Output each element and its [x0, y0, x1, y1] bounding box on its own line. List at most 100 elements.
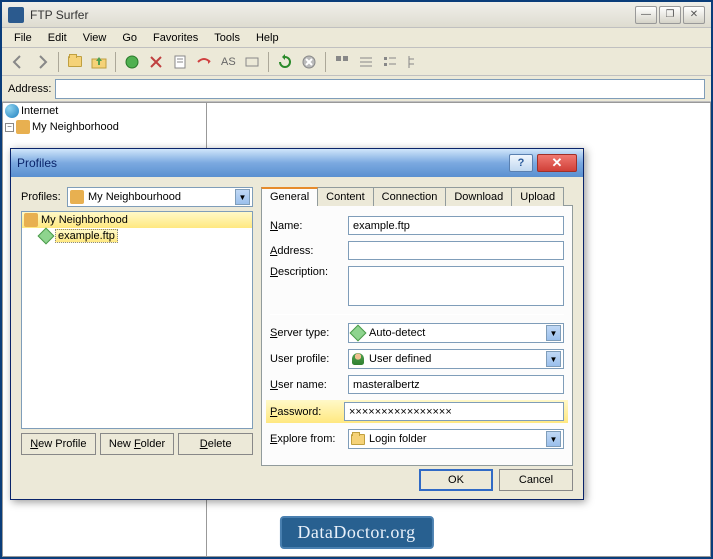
- dialog-titlebar: Profiles ? ✕: [11, 149, 583, 177]
- tab-content[interactable]: Content: [317, 187, 374, 206]
- tree-root-label: My Neighborhood: [41, 214, 128, 226]
- cube-icon: [351, 326, 365, 340]
- dialog-footer: OK Cancel: [419, 469, 573, 491]
- profile-icon: [38, 228, 55, 245]
- profiles-tree[interactable]: My Neighborhood example.ftp: [21, 211, 253, 429]
- ascii-button[interactable]: ASCII: [218, 52, 238, 72]
- view-list-button[interactable]: [356, 52, 376, 72]
- delete-button[interactable]: Delete: [178, 433, 253, 455]
- neighborhood-icon: [16, 120, 30, 134]
- neighborhood-icon: [24, 213, 38, 227]
- name-input[interactable]: [348, 216, 564, 235]
- app-icon: [8, 7, 24, 23]
- properties-button[interactable]: [170, 52, 190, 72]
- toolbar: ASCII: [2, 48, 711, 76]
- window-title: FTP Surfer: [30, 8, 635, 22]
- menu-help[interactable]: Help: [248, 30, 287, 46]
- view-details-button[interactable]: [380, 52, 400, 72]
- tree-internet-label: Internet: [21, 105, 58, 117]
- collapse-icon[interactable]: −: [5, 123, 14, 132]
- new-folder-button[interactable]: New Folder: [100, 433, 175, 455]
- title-bar: FTP Surfer — ❐ ✕: [2, 2, 711, 28]
- server-type-label: Server type:: [270, 327, 348, 339]
- menu-favorites[interactable]: Favorites: [145, 30, 206, 46]
- profiles-label: Profiles:: [21, 191, 67, 203]
- folder-button[interactable]: [65, 52, 85, 72]
- transfer-button[interactable]: [194, 52, 214, 72]
- restore-button[interactable]: ❐: [659, 6, 681, 24]
- cancel-button[interactable]: Cancel: [499, 469, 573, 491]
- stop-button[interactable]: [299, 52, 319, 72]
- tab-general[interactable]: General: [261, 187, 318, 206]
- tab-panel-general: Name: Address: Description: Server type:: [261, 205, 573, 466]
- dropdown-icon: ▼: [546, 351, 561, 367]
- dropdown-icon: ▼: [235, 189, 250, 205]
- tree-child-item[interactable]: example.ftp: [22, 228, 252, 244]
- neighborhood-icon: [70, 190, 84, 204]
- password-label: Password:: [266, 406, 344, 418]
- address-input[interactable]: [348, 241, 564, 260]
- username-input[interactable]: [348, 375, 564, 394]
- menu-view[interactable]: View: [75, 30, 115, 46]
- explore-from-label: Explore from:: [270, 433, 348, 445]
- tree-neighborhood[interactable]: − My Neighborhood: [3, 119, 206, 135]
- separator: [325, 52, 326, 72]
- name-label: Name:: [270, 220, 348, 232]
- menu-tools[interactable]: Tools: [206, 30, 248, 46]
- disconnect-button[interactable]: [146, 52, 166, 72]
- explore-from-value: Login folder: [369, 433, 427, 445]
- tree-internet[interactable]: Internet: [3, 103, 206, 119]
- folder-icon: [351, 432, 365, 446]
- dropdown-icon: ▼: [546, 431, 561, 447]
- binary-button[interactable]: [242, 52, 262, 72]
- separator: [115, 52, 116, 72]
- user-profile-value: User defined: [369, 353, 431, 365]
- description-input[interactable]: [348, 266, 564, 306]
- tree-child-label: example.ftp: [55, 229, 118, 243]
- close-button[interactable]: ✕: [683, 6, 705, 24]
- dialog-title: Profiles: [17, 156, 509, 170]
- connect-button[interactable]: [122, 52, 142, 72]
- separator: [268, 52, 269, 72]
- address-input[interactable]: [55, 79, 705, 99]
- tab-upload[interactable]: Upload: [511, 187, 564, 206]
- tree-root-item[interactable]: My Neighborhood: [22, 212, 252, 228]
- dropdown-icon: ▼: [546, 325, 561, 341]
- menu-go[interactable]: Go: [114, 30, 145, 46]
- server-type-value: Auto-detect: [369, 327, 425, 339]
- refresh-button[interactable]: [275, 52, 295, 72]
- dialog-left-panel: Profiles: My Neighbourhood ▼ My Neighbor…: [21, 187, 253, 455]
- ok-button[interactable]: OK: [419, 469, 493, 491]
- description-label: Description:: [270, 266, 348, 278]
- person-icon: [351, 352, 365, 366]
- dialog-help-button[interactable]: ?: [509, 154, 533, 172]
- tab-connection[interactable]: Connection: [373, 187, 447, 206]
- dialog-right-panel: General Content Connection Download Uplo…: [261, 187, 573, 455]
- separator: [58, 52, 59, 72]
- back-button[interactable]: [8, 52, 28, 72]
- globe-icon: [5, 104, 19, 118]
- dialog-close-button[interactable]: ✕: [537, 154, 577, 172]
- divider: [270, 314, 564, 315]
- password-input[interactable]: [344, 402, 564, 421]
- minimize-button[interactable]: —: [635, 6, 657, 24]
- tab-download[interactable]: Download: [445, 187, 512, 206]
- view-tree-button[interactable]: [404, 52, 424, 72]
- profiles-dialog: Profiles ? ✕ Profiles: My Neighbourhood …: [10, 148, 584, 500]
- user-profile-select[interactable]: User defined ▼: [348, 349, 564, 369]
- profiles-select-value: My Neighbourhood: [88, 191, 181, 203]
- watermark: DataDoctor.org: [279, 516, 433, 549]
- tree-neighborhood-label: My Neighborhood: [32, 121, 119, 133]
- svg-text:ASCII: ASCII: [221, 56, 236, 68]
- folder-up-button[interactable]: [89, 52, 109, 72]
- new-profile-button[interactable]: New Profile: [21, 433, 96, 455]
- view-large-button[interactable]: [332, 52, 352, 72]
- address-bar: Address:: [2, 76, 711, 102]
- forward-button[interactable]: [32, 52, 52, 72]
- address-label: Address:: [270, 245, 348, 257]
- explore-from-select[interactable]: Login folder ▼: [348, 429, 564, 449]
- profiles-select[interactable]: My Neighbourhood ▼: [67, 187, 253, 207]
- menu-file[interactable]: File: [6, 30, 40, 46]
- server-type-select[interactable]: Auto-detect ▼: [348, 323, 564, 343]
- menu-edit[interactable]: Edit: [40, 30, 75, 46]
